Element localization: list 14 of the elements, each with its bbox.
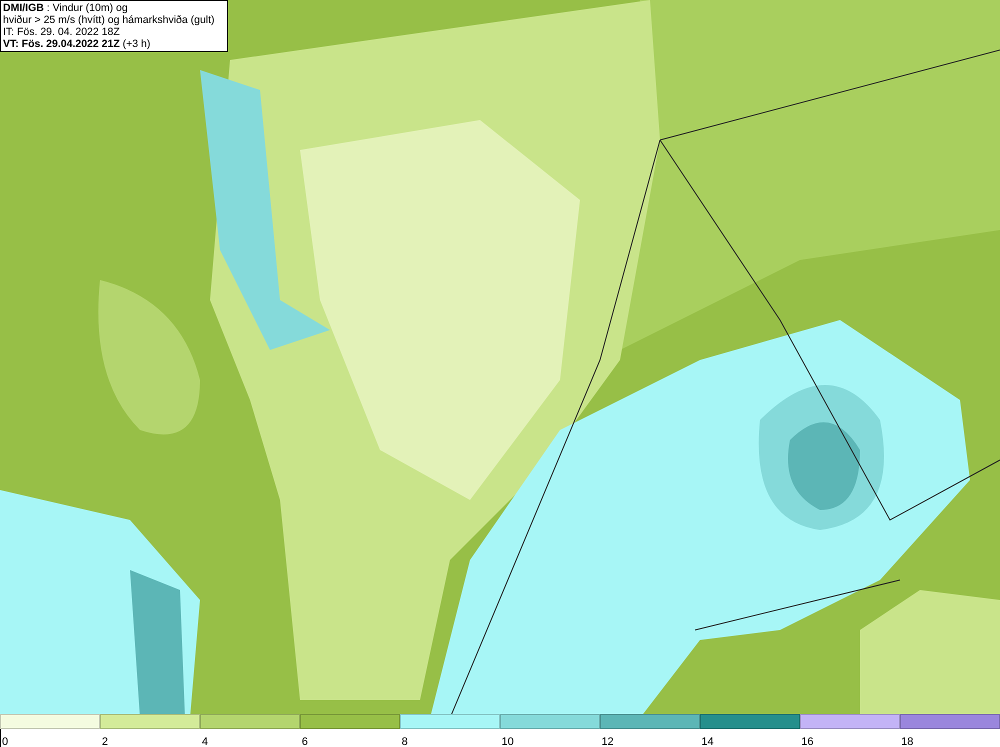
legend-tick-label: 10 — [500, 736, 514, 747]
legend-tick-label: 16 — [800, 736, 814, 747]
legend-tick-label: 8 — [400, 736, 408, 747]
title-line: VT: Fös. 29.04.2022 21Z (+3 h) — [3, 38, 152, 50]
legend-tick-label: 4 — [200, 736, 208, 747]
legend-tick-label: 18 — [900, 736, 914, 747]
legend-tick-label: 12 — [600, 736, 614, 747]
title-line: IT: Fös. 29. 04. 2022 18Z — [3, 26, 121, 38]
title-line: DMI/IGB : Vindur (10m) og — [3, 2, 129, 14]
legend-tick-label: 2 — [100, 736, 108, 747]
legend-tick-label: 14 — [700, 736, 714, 747]
legend-tick-label: 0 — [1, 736, 8, 747]
title-line: hviður > 25 m/s (hvítt) og hámarkshviða (gult) — [3, 14, 216, 26]
legend-tick-label: 6 — [300, 736, 308, 747]
